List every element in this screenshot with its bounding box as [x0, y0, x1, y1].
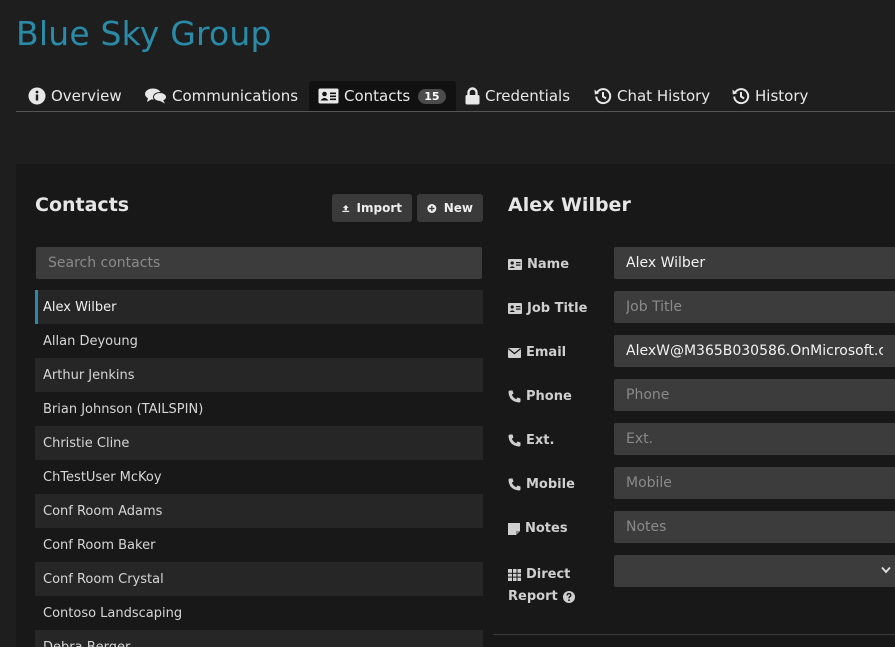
job-title-label-text: Job Title	[527, 301, 588, 316]
upload-icon	[342, 204, 350, 212]
contacts-heading: Contacts	[35, 194, 130, 216]
mobile-label: Mobile	[508, 477, 575, 492]
contacts-panel: Contacts Import New Alex Wilber Allan De…	[16, 164, 895, 647]
mobile-label-text: Mobile	[526, 477, 575, 492]
contacts-count-badge: 15	[418, 88, 446, 104]
notes-field[interactable]	[614, 511, 895, 543]
tab-history[interactable]: History	[732, 81, 808, 111]
contact-list-item[interactable]: Brian Johnson (TAILSPIN)	[35, 392, 483, 426]
id-card-icon	[508, 259, 522, 270]
tab-communications[interactable]: Communications	[145, 81, 298, 111]
direct-report-label: Direct Report	[508, 564, 608, 608]
mobile-field[interactable]	[614, 467, 895, 499]
id-card-icon	[508, 303, 522, 314]
company-title: Blue Sky Group	[16, 14, 272, 53]
ext-label: Ext.	[508, 433, 554, 448]
contact-list-item[interactable]: Conf Room Crystal	[35, 562, 483, 596]
envelope-icon	[508, 347, 521, 358]
contact-list-item[interactable]: Conf Room Adams	[35, 494, 483, 528]
notes-label: Notes	[508, 521, 568, 536]
search-contacts-input[interactable]	[36, 247, 482, 279]
comments-icon	[145, 88, 167, 104]
contact-list-item[interactable]: Alex Wilber	[35, 290, 483, 324]
phone-label: Phone	[508, 389, 572, 404]
plus-circle-icon	[427, 203, 437, 213]
contact-list-item[interactable]: ChTestUser McKoy	[35, 460, 483, 494]
contact-list-item[interactable]: Allan Deyoung	[35, 324, 483, 358]
table-icon	[508, 569, 521, 581]
tab-chat-history-label: Chat History	[617, 87, 711, 105]
contact-list-item[interactable]: Debra Berger	[35, 630, 483, 647]
tab-overview[interactable]: Overview	[28, 81, 122, 111]
name-label: Name	[508, 257, 569, 272]
contact-list-item[interactable]: Arthur Jenkins	[35, 358, 483, 392]
direct-report-label-line1: Direct	[526, 567, 571, 582]
tab-history-label: History	[755, 87, 809, 105]
direct-report-select[interactable]	[614, 555, 895, 587]
ext-label-text: Ext.	[526, 433, 555, 448]
import-button[interactable]: Import	[332, 194, 412, 222]
contacts-list: Alex Wilber Allan Deyoung Arthur Jenkins…	[35, 290, 483, 647]
history-icon	[732, 88, 750, 105]
question-circle-icon[interactable]	[562, 591, 575, 603]
tab-overview-label: Overview	[51, 87, 122, 105]
email-field[interactable]	[614, 335, 895, 367]
phone-icon	[508, 434, 521, 447]
email-label: Email	[508, 345, 566, 360]
form-divider	[493, 634, 895, 635]
chevron-down-icon	[881, 566, 891, 574]
ext-field[interactable]	[614, 423, 895, 455]
phone-icon	[508, 478, 521, 491]
info-circle-icon	[28, 87, 46, 105]
tab-chat-history[interactable]: Chat History	[594, 81, 710, 111]
contact-detail-name: Alex Wilber	[508, 194, 631, 216]
history-icon	[594, 88, 612, 105]
tab-communications-label: Communications	[172, 87, 299, 105]
page: Blue Sky Group Overview Communications C…	[0, 0, 895, 647]
contact-list-item[interactable]: Conf Room Baker	[35, 528, 483, 562]
phone-field[interactable]	[614, 379, 895, 411]
sticky-note-icon	[508, 522, 520, 535]
job-title-label: Job Title	[508, 301, 587, 316]
tab-contacts[interactable]: Contacts 15	[309, 81, 456, 111]
job-title-field[interactable]	[614, 291, 895, 323]
tab-contacts-label: Contacts	[344, 87, 411, 105]
phone-icon	[508, 390, 521, 403]
new-contact-button[interactable]: New	[417, 194, 483, 222]
notes-label-text: Notes	[525, 521, 568, 536]
name-field[interactable]	[614, 247, 895, 279]
contact-list-item[interactable]: Contoso Landscaping	[35, 596, 483, 630]
lock-icon	[465, 87, 480, 105]
name-label-text: Name	[527, 257, 570, 272]
email-label-text: Email	[526, 345, 567, 360]
tab-credentials[interactable]: Credentials	[465, 81, 570, 111]
tab-credentials-label: Credentials	[485, 87, 571, 105]
tab-bar: Overview Communications Contacts 15 Cred…	[16, 81, 895, 112]
phone-label-text: Phone	[526, 389, 572, 404]
direct-report-label-line2: Report	[508, 589, 558, 604]
id-card-icon	[318, 88, 339, 104]
new-button-label: New	[443, 201, 473, 215]
contact-list-item[interactable]: Christie Cline	[35, 426, 483, 460]
import-button-label: Import	[356, 201, 402, 215]
